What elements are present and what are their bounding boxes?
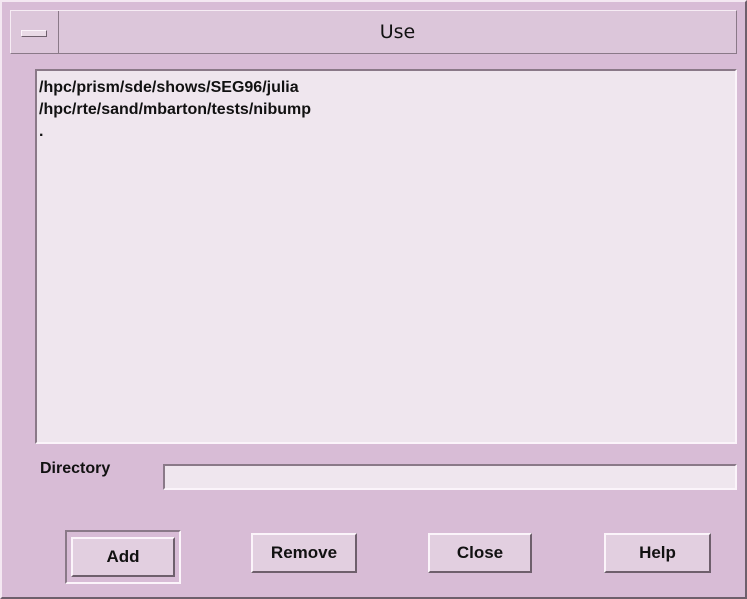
add-button[interactable]: Add xyxy=(71,537,175,577)
window-menu-icon xyxy=(21,30,47,37)
use-dialog-window: Use /hpc/prism/sde/shows/SEG96/julia /hp… xyxy=(0,0,747,599)
directory-label: Directory xyxy=(40,460,111,477)
remove-button[interactable]: Remove xyxy=(251,533,357,573)
list-item[interactable]: /hpc/prism/sde/shows/SEG96/julia xyxy=(39,77,735,99)
directory-input[interactable] xyxy=(163,464,737,490)
close-button[interactable]: Close xyxy=(428,533,532,573)
directory-list[interactable]: /hpc/prism/sde/shows/SEG96/julia /hpc/rt… xyxy=(35,69,737,444)
title-bar[interactable]: Use xyxy=(10,10,737,54)
list-item[interactable]: . xyxy=(39,121,735,143)
help-button[interactable]: Help xyxy=(604,533,711,573)
window-title: Use xyxy=(379,21,416,43)
list-item[interactable]: /hpc/rte/sand/mbarton/tests/nibump xyxy=(39,99,735,121)
window-menu-button[interactable] xyxy=(11,11,59,53)
